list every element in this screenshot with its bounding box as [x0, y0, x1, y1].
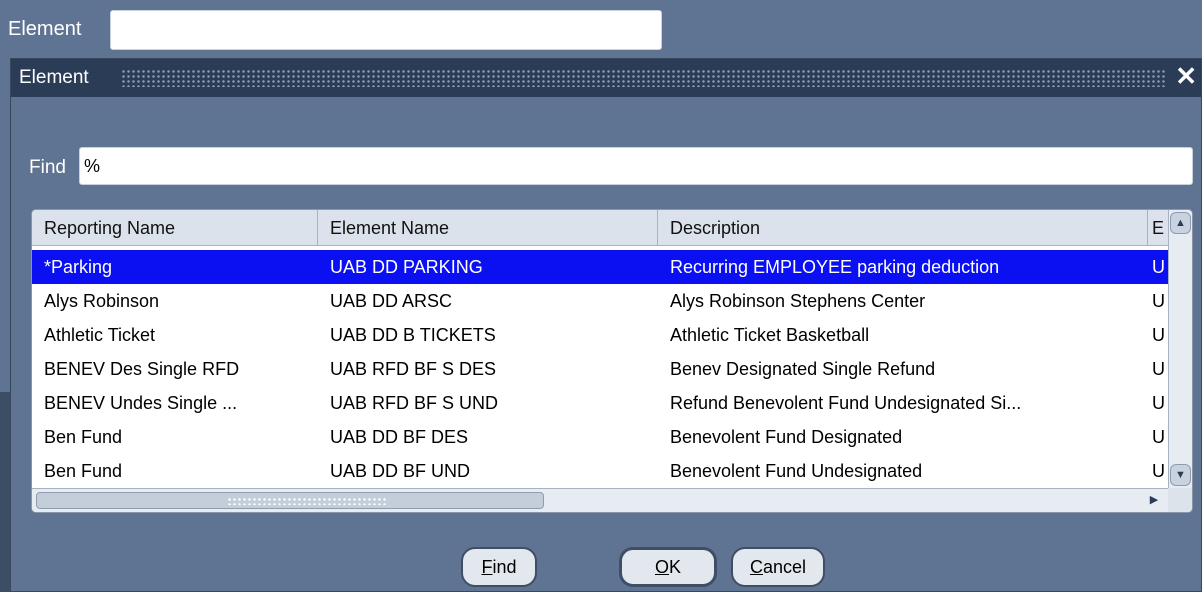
cell-description: Benevolent Fund Designated	[670, 427, 903, 447]
cell-element-name: UAB RFD BF S DES	[330, 359, 497, 379]
ok-button[interactable]: OK	[619, 547, 717, 587]
cell-e: U	[1152, 461, 1165, 481]
cell-description: Recurring EMPLOYEE parking deduction	[670, 257, 1000, 277]
cell-description: Athletic Ticket Basketball	[670, 325, 870, 345]
cell-description: Benevolent Fund Undesignated	[670, 461, 923, 481]
cancel-button[interactable]: Cancel	[731, 547, 825, 587]
cell-e: U	[1152, 427, 1165, 447]
grid-rows: *Parking UAB DD PARKING Recurring EMPLOYEE…	[32, 246, 1168, 490]
close-icon[interactable]: ✕	[1175, 61, 1197, 92]
cell-reporting-name: *Parking	[44, 257, 113, 277]
table-row[interactable]: Ben Fund UAB DD BF UND Benevolent Fund Und…	[32, 454, 1168, 488]
table-row[interactable]: Alys Robinson UAB DD ARSC Alys Robinson St…	[32, 284, 1168, 318]
cell-description: Benev Designated Single Refund	[670, 359, 936, 379]
horizontal-scrollbar[interactable]: ◀ ▶	[32, 488, 1168, 512]
dialog-title: Element	[19, 67, 89, 88]
cell-description: Refund Benevolent Fund Undesignated Si..…	[670, 393, 1022, 413]
grid-header: Reporting Name Element Name Description …	[32, 210, 1170, 246]
dialog-title-bar[interactable]: Element ✕	[11, 59, 1201, 97]
results-grid: Reporting Name Element Name Description …	[31, 209, 1193, 513]
cell-element-name: UAB DD PARKING	[330, 257, 483, 277]
cell-reporting-name: Alys Robinson	[44, 291, 160, 311]
column-header-element-name[interactable]: Element Name	[318, 210, 658, 246]
cell-e: U	[1152, 393, 1165, 413]
cell-reporting-name: BENEV Des Single RFD	[44, 359, 240, 379]
column-header-e[interactable]: E	[1148, 210, 1170, 246]
cell-reporting-name: Athletic Ticket	[44, 325, 156, 345]
column-header-description[interactable]: Description	[658, 210, 1148, 246]
cell-element-name: UAB DD B TICKETS	[330, 325, 496, 345]
find-label: Find	[29, 157, 66, 178]
element-lov-dialog: Element ✕ Find Reporting Name Element Na…	[10, 58, 1202, 592]
cell-e: U	[1152, 257, 1165, 277]
table-row[interactable]: Ben Fund UAB DD BF DES Benevolent Fund Des…	[32, 420, 1168, 454]
scroll-down-icon[interactable]: ▼	[1170, 464, 1191, 486]
title-bar-grip	[121, 69, 1165, 87]
cell-description: Alys Robinson Stephens Center	[670, 291, 926, 311]
cell-e: U	[1152, 359, 1165, 379]
table-row[interactable]: *Parking UAB DD PARKING Recurring EMPLOYEE…	[32, 250, 1168, 284]
table-row[interactable]: Athletic Ticket UAB DD B TICKETS Athletic …	[32, 318, 1168, 352]
column-header-reporting-name[interactable]: Reporting Name	[32, 210, 318, 246]
cell-element-name: UAB DD BF UND	[330, 461, 471, 481]
cell-element-name: UAB DD BF DES	[330, 427, 469, 447]
scrollbar-corner	[1168, 488, 1192, 512]
table-row[interactable]: BENEV Undes Single ... UAB RFD BF S UND Re…	[32, 386, 1168, 420]
cell-e: U	[1152, 325, 1165, 345]
background-panel-edge	[0, 392, 10, 592]
horizontal-scroll-thumb[interactable]	[36, 492, 544, 509]
cell-element-name: UAB RFD BF S UND	[330, 393, 499, 413]
table-row[interactable]: BENEV Des Single RFD UAB RFD BF S DES Bene…	[32, 352, 1168, 386]
element-field-input[interactable]	[110, 10, 662, 50]
scroll-right-icon[interactable]: ▶	[1146, 492, 1162, 509]
cell-element-name: UAB DD ARSC	[330, 291, 453, 311]
cell-reporting-name: Ben Fund	[44, 427, 123, 447]
cell-reporting-name: Ben Fund	[44, 461, 123, 481]
find-input[interactable]	[79, 147, 1193, 185]
scroll-thumb-grip	[227, 497, 387, 505]
cell-reporting-name: BENEV Undes Single ...	[44, 393, 238, 413]
find-button[interactable]: Find	[461, 547, 537, 587]
element-field-label: Element	[8, 18, 82, 40]
scroll-up-icon[interactable]: ▲	[1170, 212, 1191, 234]
vertical-scrollbar[interactable]: ▲ ▼	[1168, 210, 1192, 490]
cell-e: U	[1152, 291, 1165, 311]
